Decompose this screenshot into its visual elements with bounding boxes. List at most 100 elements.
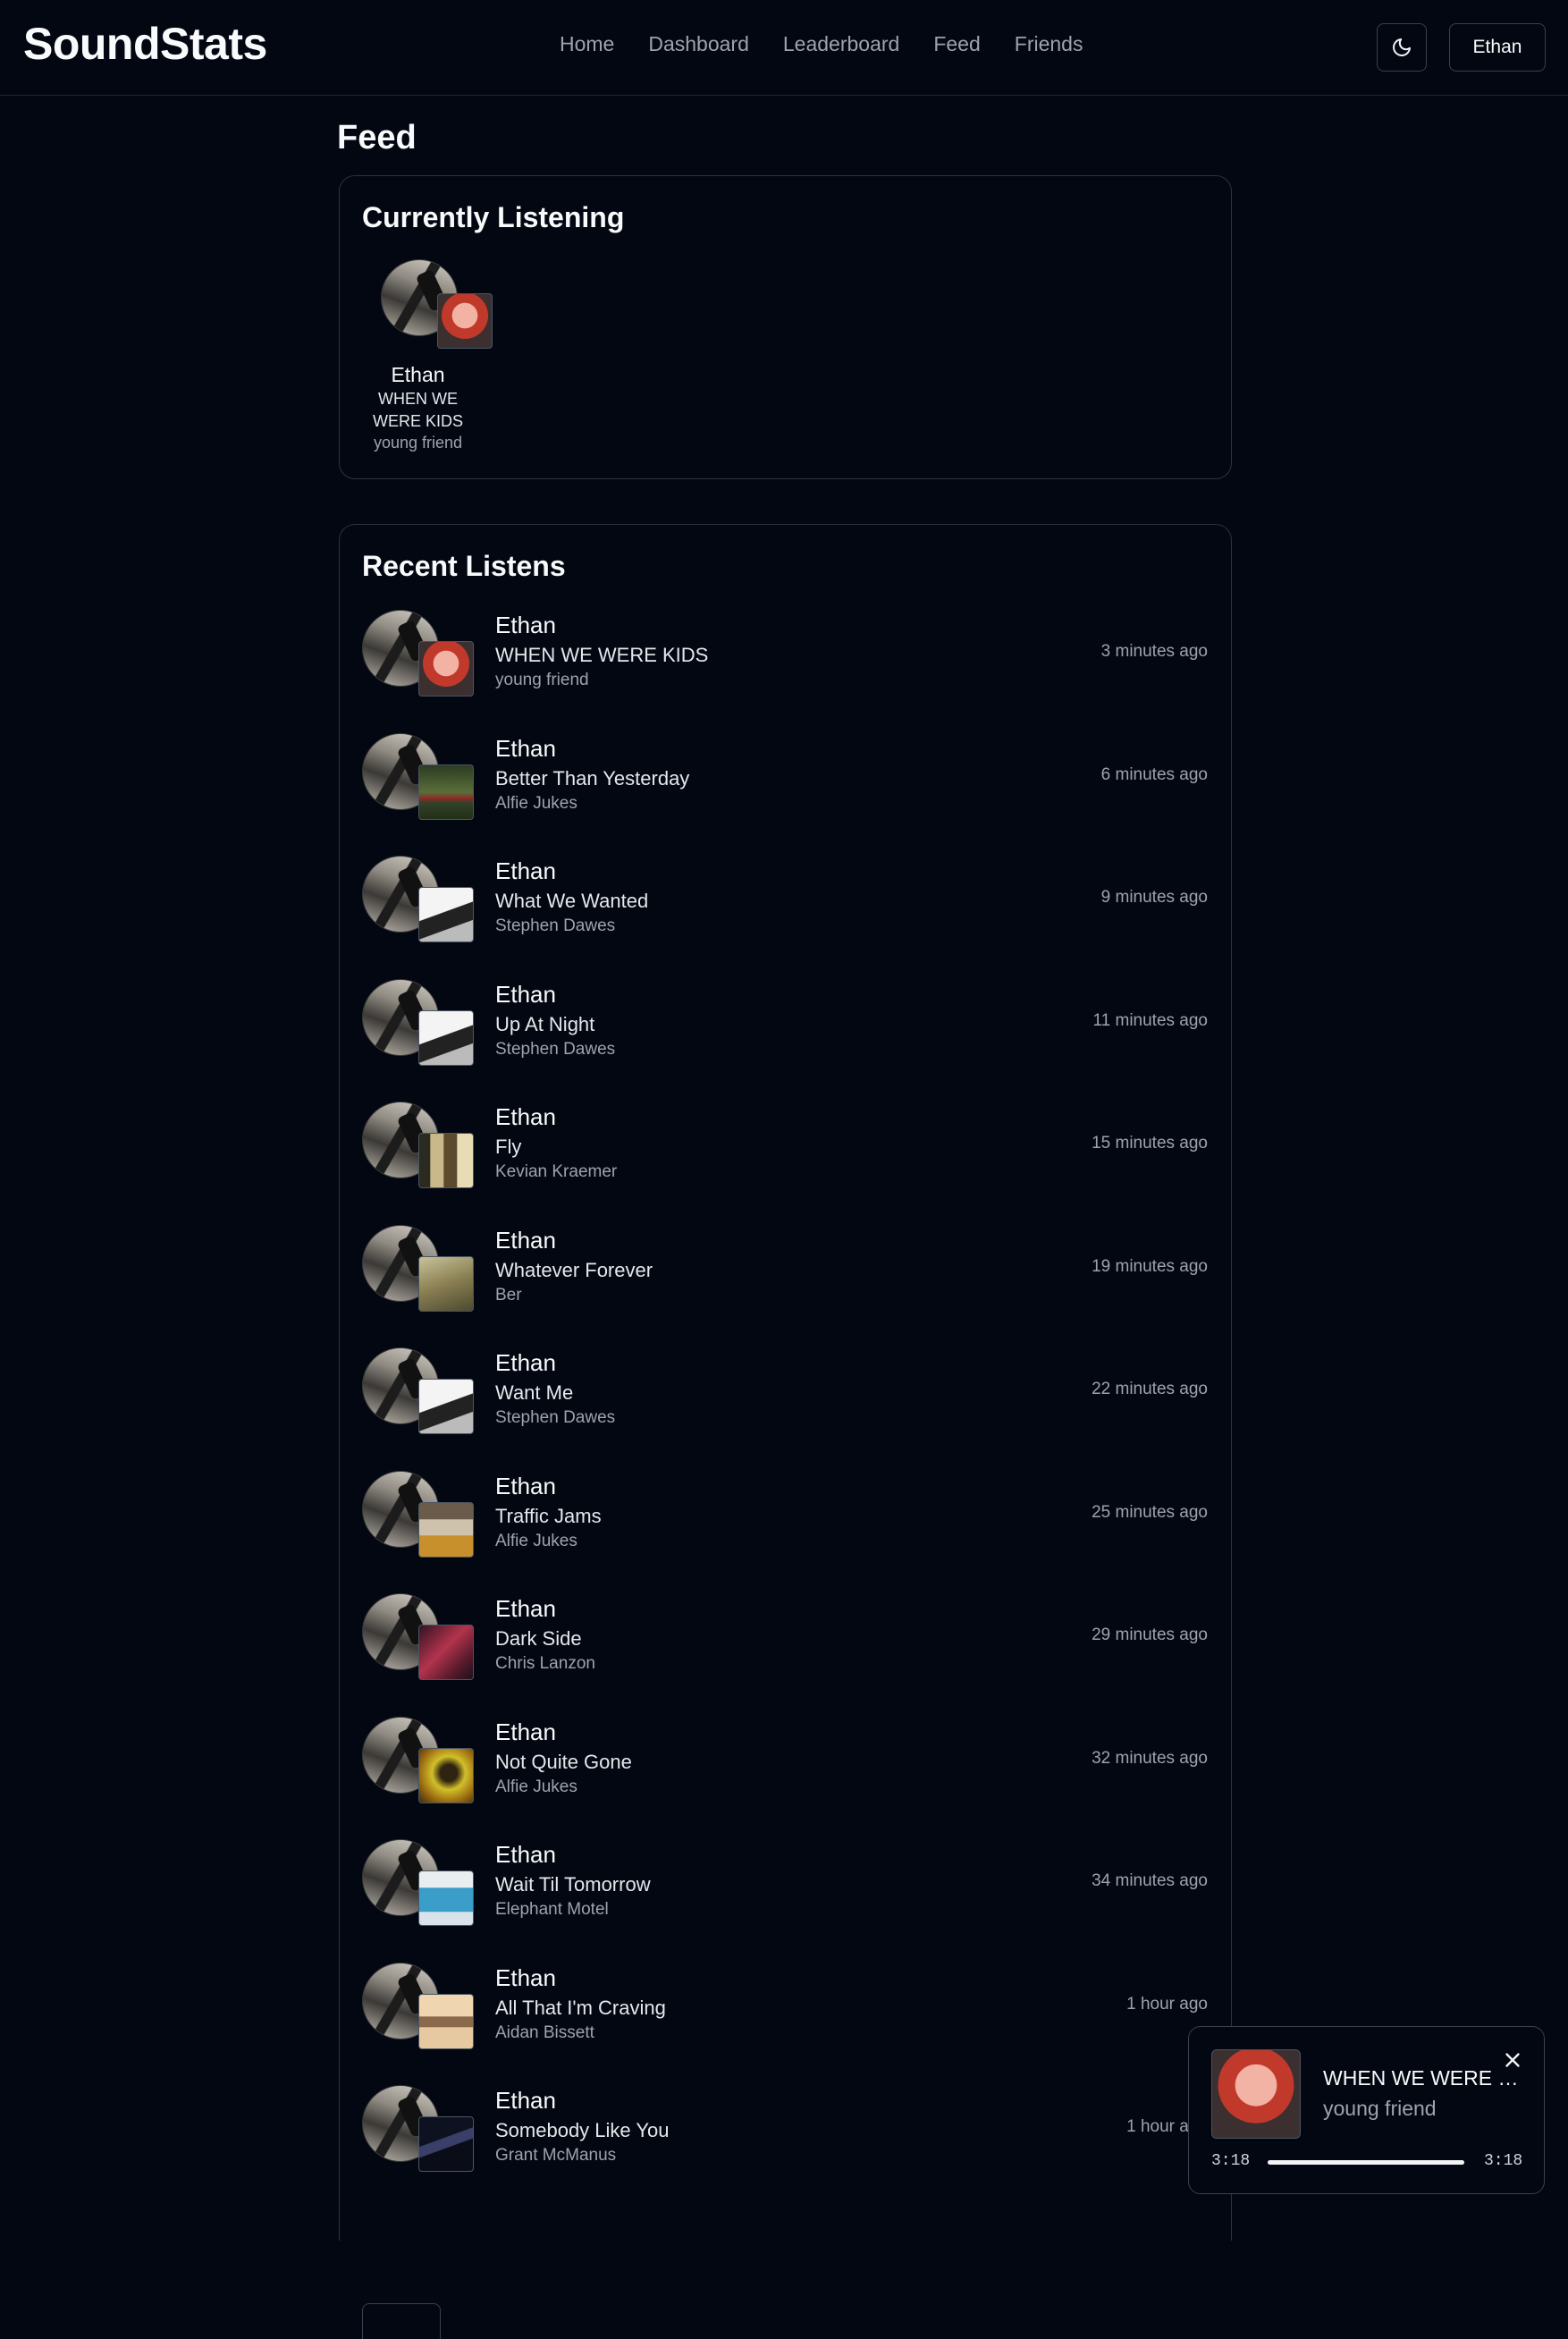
listen-time: 11 minutes ago [1092,1010,1208,1030]
track-title: Somebody Like You [495,2119,670,2141]
listen-row[interactable]: Ethan Better Than Yesterday Alfie Jukes … [340,732,1231,857]
listen-row[interactable]: Ethan What We Wanted Stephen Dawes 9 min… [340,856,1231,979]
nav-friends[interactable]: Friends [1015,32,1083,56]
listen-time: 29 minutes ago [1092,1625,1208,1644]
album-cover [437,293,493,349]
listener-name: Ethan [495,1841,556,1868]
listen-time: 1 hour ago [1126,1994,1208,2014]
artist-name: Ber [495,1285,522,1305]
listen-time: 6 minutes ago [1100,764,1208,784]
track-title: Whatever Forever [495,1258,653,1281]
artist-name: Kevian Kraemer [495,1162,618,1181]
listen-time: 3 minutes ago [1100,642,1208,661]
user-menu-button[interactable]: Ethan [1449,23,1546,72]
brand-logo[interactable]: SoundStats [23,18,267,70]
player-artist-name: young friend [1323,2097,1437,2120]
listen-row[interactable]: Ethan Not Quite Gone Alfie Jukes 32 minu… [340,1716,1231,1840]
track-title: WHEN WE WERE KIDS [495,644,709,666]
listener-name: Ethan [495,1472,556,1499]
album-cover [418,764,474,820]
listen-time: 25 minutes ago [1092,1502,1208,1522]
album-cover [418,1870,474,1926]
listen-row[interactable]: Ethan Fly Kevian Kraemer 15 minutes ago [340,1102,1231,1225]
moon-icon [1393,38,1411,56]
player-album-cover [1211,2049,1301,2139]
listen-row[interactable]: Ethan Whatever Forever Ber 19 minutes ag… [340,1224,1231,1348]
listen-time: 15 minutes ago [1092,1134,1208,1153]
artist-name: Alfie Jukes [495,1777,577,1796]
album-cover [418,641,474,697]
album-cover [418,1747,474,1803]
listener-name: Ethan [495,734,556,762]
top-navbar: SoundStats Home Dashboard Leaderboard Fe… [0,0,1568,96]
track-title: Fly [495,1136,522,1158]
currently-listening-item[interactable]: Ethan WHEN WE WERE KIDS young friend [340,176,518,480]
nav-leaderboard[interactable]: Leaderboard [783,32,899,56]
track-title: Dark Side [495,1627,582,1650]
player-elapsed-time: 3:18 [1211,2152,1251,2170]
listen-time: 32 minutes ago [1092,1748,1208,1768]
listener-name: Ethan [495,1595,556,1622]
player-progress-bar[interactable] [1268,2160,1464,2165]
page-title: Feed [337,119,417,156]
artist-name: young friend [495,671,589,689]
album-cover [418,1009,474,1066]
load-more-button[interactable] [362,2303,441,2339]
listen-row[interactable]: Ethan Want Me Stephen Dawes 22 minutes a… [340,1347,1231,1471]
artist-name: Aidan Bissett [495,2022,594,2042]
listener-name: Ethan [495,612,556,638]
mini-player: WHEN WE WERE KIDS young friend 3:18 3:18 [1188,2026,1545,2194]
track-title: What We Wanted [495,890,649,912]
album-cover [418,1625,474,1680]
listen-row[interactable]: Ethan Traffic Jams Alfie Jukes 25 minute… [340,1470,1231,1594]
nav-home[interactable]: Home [560,32,614,56]
currently-listening-card: Currently Listening Ethan WHEN WE WERE K… [339,175,1232,479]
listener-name: Ethan [495,980,556,1008]
listener-name: Ethan [495,1103,556,1130]
artist-name: Elephant Motel [495,1900,609,1919]
listener-name: Ethan [495,2087,556,2114]
album-cover [418,2116,474,2172]
track-title: Not Quite Gone [495,1750,632,1773]
track-title: WHEN WE WERE KIDS [372,390,463,430]
listen-time: 34 minutes ago [1092,1871,1208,1890]
listener-name: Ethan [495,857,556,884]
album-cover [418,1501,474,1558]
theme-toggle-button[interactable] [1377,23,1427,72]
listen-row[interactable]: Ethan Dark Side Chris Lanzon 29 minutes … [340,1593,1231,1717]
recent-listens-card: Recent Listens Ethan WHEN WE WERE KIDS y… [339,524,1232,2339]
player-progress-fill [1268,2160,1464,2165]
track-title: Wait Til Tomorrow [495,1873,651,1896]
track-title: Up At Night [495,1012,595,1035]
track-title: Better Than Yesterday [495,766,690,790]
artist-name: Stephen Dawes [495,916,616,935]
listen-time: 9 minutes ago [1100,888,1208,907]
listen-row[interactable]: Ethan Somebody Like You Grant McManus 1 … [340,2085,1231,2208]
listen-time: 22 minutes ago [1092,1380,1208,1398]
album-cover [418,1379,474,1434]
artist-name: Chris Lanzon [495,1654,595,1673]
listener-name: Ethan [495,1963,556,1991]
album-cover [418,1993,474,2049]
listen-row[interactable]: Ethan All That I'm Craving Aidan Bissett… [340,1962,1231,2086]
artist-name: Grant McManus [495,2146,617,2165]
close-icon[interactable] [1501,2048,1524,2072]
listen-row[interactable]: Ethan Up At Night Stephen Dawes 11 minut… [340,978,1231,1102]
main-nav: Home Dashboard Leaderboard Feed Friends [560,32,1083,56]
listener-name: Ethan [495,1718,556,1745]
player-duration: 3:18 [1484,2152,1523,2170]
listen-time: 19 minutes ago [1092,1256,1208,1276]
listen-row[interactable]: Ethan WHEN WE WERE KIDS young friend 3 m… [340,610,1231,733]
nav-feed[interactable]: Feed [933,32,980,56]
listener-name: Ethan [495,1226,556,1254]
card-title: Recent Listens [362,550,566,582]
artist-name: Alfie Jukes [495,793,577,813]
track-title: Want Me [495,1381,574,1404]
listen-row[interactable]: Ethan Wait Til Tomorrow Elephant Motel 3… [340,1839,1231,1963]
player-track-title: WHEN WE WERE KIDS [1323,2066,1520,2090]
artist-name: Stephen Dawes [495,1408,616,1427]
album-cover [418,887,474,942]
nav-dashboard[interactable]: Dashboard [648,32,749,56]
track-title: All That I'm Craving [495,1996,666,2019]
album-cover [418,1133,474,1188]
